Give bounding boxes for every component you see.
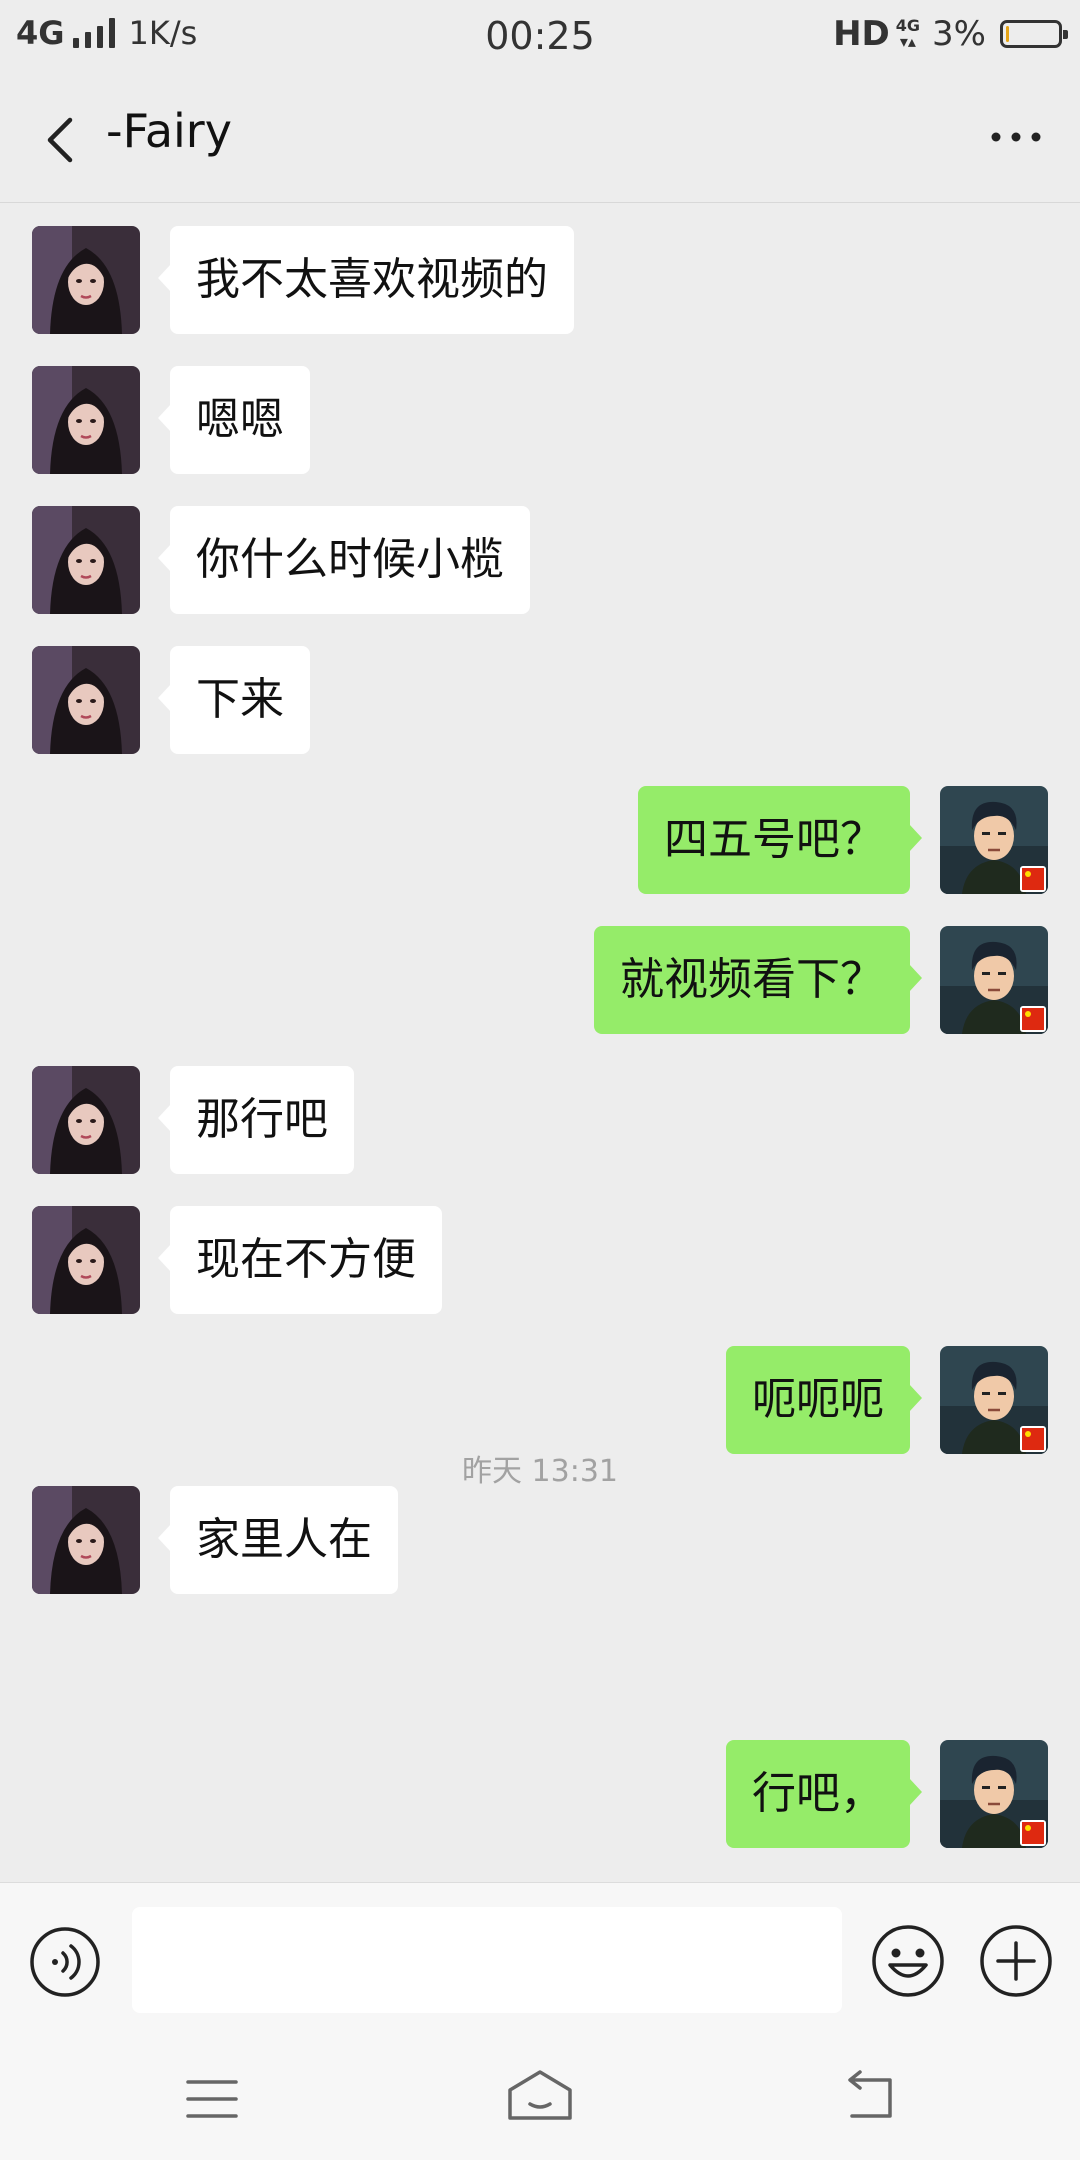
incoming-message: 嗯嗯 [0,366,1080,476]
message-bubble[interactable]: 嗯嗯 [158,366,310,474]
incoming-message: 家里人在 [0,1486,1080,1596]
input-bar [0,1882,1080,2033]
chevron-left-icon[interactable] [36,110,88,170]
chat-title: -Fairy [106,104,232,158]
contact-avatar[interactable] [32,646,140,754]
contact-avatar[interactable] [32,1486,140,1594]
message-list[interactable]: 我不太喜欢视频的 嗯嗯你什么时候小榄 下来四五号吧？ 就视频看下？ 那行吧现在不方便呃呃… [0,202,1080,1882]
message-bubble[interactable]: 我不太喜欢视频的 [158,226,574,334]
status-right: HD 4G ▾▴ 3% [833,14,1068,54]
my-avatar[interactable] [940,786,1048,894]
my-avatar[interactable] [940,1740,1048,1848]
emoji-icon[interactable] [870,1923,946,1999]
secondary-network-type: 4G [895,16,921,35]
incoming-message: 我不太喜欢视频的 [0,226,1080,336]
incoming-message: 你什么时候小榄 [0,506,1080,616]
contact-avatar[interactable] [32,506,140,614]
message-bubble[interactable]: 四五号吧？ [638,786,922,894]
message-input[interactable] [132,1907,842,2013]
my-avatar[interactable] [940,1346,1048,1454]
menu-icon[interactable] [184,2076,240,2122]
message-bubble[interactable]: 行吧， [726,1740,922,1848]
outgoing-message: 行吧， [0,1740,1080,1850]
home-icon[interactable] [504,2068,576,2124]
outgoing-message: 呃呃呃 [0,1346,1080,1456]
outgoing-message: 四五号吧？ [0,786,1080,896]
system-nav-bar [0,2032,1080,2160]
contact-avatar[interactable] [32,366,140,474]
secondary-network: 4G ▾▴ [895,16,921,51]
message-bubble[interactable]: 就视频看下？ [594,926,922,1034]
chat-header: -Fairy [0,74,1080,203]
incoming-message: 现在不方便 [0,1206,1080,1316]
battery-icon [1000,20,1068,48]
my-avatar[interactable] [940,926,1048,1034]
message-bubble[interactable]: 现在不方便 [158,1206,442,1314]
message-bubble[interactable]: 那行吧 [158,1066,354,1174]
outgoing-message: 就视频看下？ [0,926,1080,1036]
incoming-message: 那行吧 [0,1066,1080,1176]
battery-percent: 3% [932,14,986,54]
battery-fill [1006,26,1009,42]
message-bubble[interactable]: 下来 [158,646,310,754]
plus-icon[interactable] [978,1923,1054,1999]
contact-avatar[interactable] [32,1066,140,1174]
voice-icon[interactable] [28,1925,102,1999]
back-icon[interactable] [840,2070,898,2124]
hd-indicator: HD [833,14,890,54]
more-dots-icon[interactable] [988,122,1044,152]
contact-avatar[interactable] [32,1206,140,1314]
message-bubble[interactable]: 家里人在 [158,1486,398,1594]
message-timestamp: 昨天 13:31 [462,1454,618,1489]
incoming-message: 下来 [0,646,1080,756]
contact-avatar[interactable] [32,226,140,334]
message-bubble[interactable]: 你什么时候小榄 [158,506,530,614]
status-bar: 4G 1K/s 00:25 HD 4G ▾▴ 3% [0,0,1080,74]
message-bubble[interactable]: 呃呃呃 [726,1346,922,1454]
